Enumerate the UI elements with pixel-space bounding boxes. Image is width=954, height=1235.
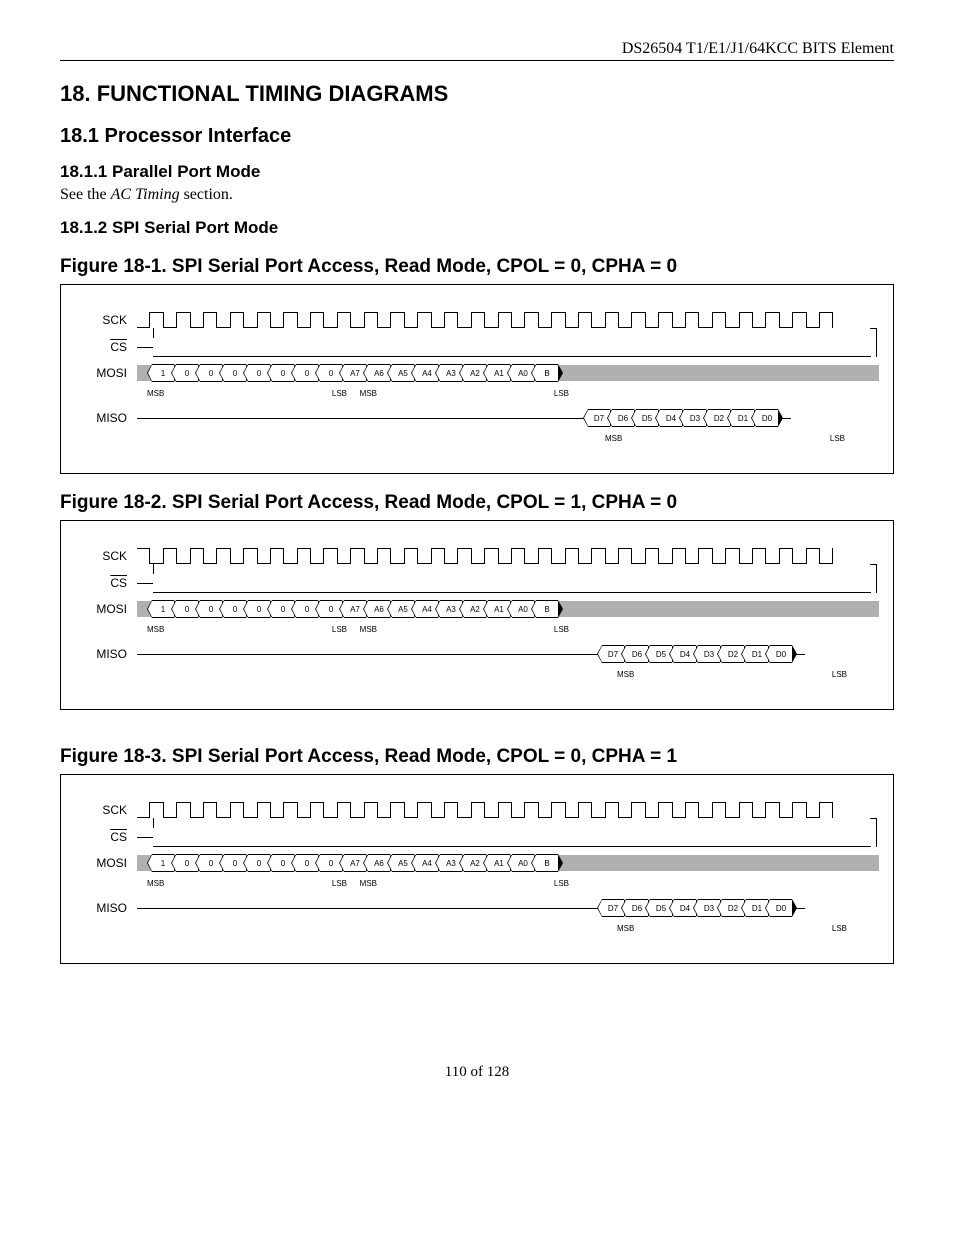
label-mosi: MOSI [75, 856, 137, 870]
body-parallel: See the AC Timing section. [60, 186, 894, 204]
label-sck: SCK [75, 313, 137, 327]
label-cs: CS [75, 340, 137, 354]
label-sck: SCK [75, 803, 137, 817]
miso-sublabels: MSB LSB [75, 434, 879, 443]
label-mosi: MOSI [75, 602, 137, 616]
miso-sublabels: MSB LSB [75, 670, 879, 679]
cs-wave [153, 338, 871, 357]
mosi-bus: 10000000A7A6A5A4A3A2A1A0B [137, 365, 879, 381]
mosi-sublabels: MSB LSB MSB LSB [75, 879, 879, 888]
cs-lead [137, 583, 153, 584]
heading-18: 18. FUNCTIONAL TIMING DIAGRAMS [60, 81, 894, 107]
label-mosi: MOSI [75, 366, 137, 380]
sck-wave [137, 309, 879, 331]
txt: section. [180, 186, 233, 203]
miso-bus: D7D6D5D4D3D2D1D0 [601, 645, 793, 663]
label-sck: SCK [75, 549, 137, 563]
miso-bus: D7D6D5D4D3D2D1D0 [601, 899, 793, 917]
cs-wave [153, 574, 871, 593]
label-cs: CS [75, 830, 137, 844]
heading-18-1-1: 18.1.1 Parallel Port Mode [60, 162, 894, 182]
link-ac-timing: AC Timing [111, 186, 180, 203]
cs-lead [137, 837, 153, 838]
sck-wave [137, 799, 879, 821]
mosi-sublabels: MSB LSB MSB LSB [75, 389, 879, 398]
miso-idle [137, 418, 587, 419]
page-header: DS26504 T1/E1/J1/64KCC BITS Element [60, 40, 894, 61]
sck-wave [137, 545, 879, 567]
label-miso: MISO [75, 901, 137, 915]
cs-lead [137, 347, 153, 348]
label-miso: MISO [75, 647, 137, 661]
heading-18-1-2: 18.1.2 SPI Serial Port Mode [60, 218, 894, 238]
mosi-sublabels: MSB LSB MSB LSB [75, 625, 879, 634]
txt: See the [60, 186, 111, 203]
label-cs: CS [75, 576, 137, 590]
fig-18-3-caption: Figure 18-3. SPI Serial Port Access, Rea… [60, 746, 894, 768]
heading-18-1: 18.1 Processor Interface [60, 125, 894, 148]
fig-18-1-caption: Figure 18-1. SPI Serial Port Access, Rea… [60, 256, 894, 278]
timing-diagram-2: SCK CS MOSI 10000000A7A6A5A4A3A2A1A0B MS… [60, 520, 894, 710]
cs-wave [153, 828, 871, 847]
miso-idle [137, 654, 601, 655]
miso-bus: D7D6D5D4D3D2D1D0 [587, 409, 779, 427]
mosi-bus: 10000000A7A6A5A4A3A2A1A0B [137, 855, 879, 871]
page-footer: 110 of 128 [60, 1064, 894, 1121]
miso-sublabels: MSB LSB [75, 924, 879, 933]
fig-18-2-caption: Figure 18-2. SPI Serial Port Access, Rea… [60, 492, 894, 514]
timing-diagram-3: SCK CS MOSI 10000000A7A6A5A4A3A2A1A0B MS… [60, 774, 894, 964]
mosi-bus: 10000000A7A6A5A4A3A2A1A0B [137, 601, 879, 617]
miso-idle [137, 908, 601, 909]
label-miso: MISO [75, 411, 137, 425]
timing-diagram-1: SCK CS MOSI 10000000A7A6A5A4A3A2A1A0B MS… [60, 284, 894, 474]
